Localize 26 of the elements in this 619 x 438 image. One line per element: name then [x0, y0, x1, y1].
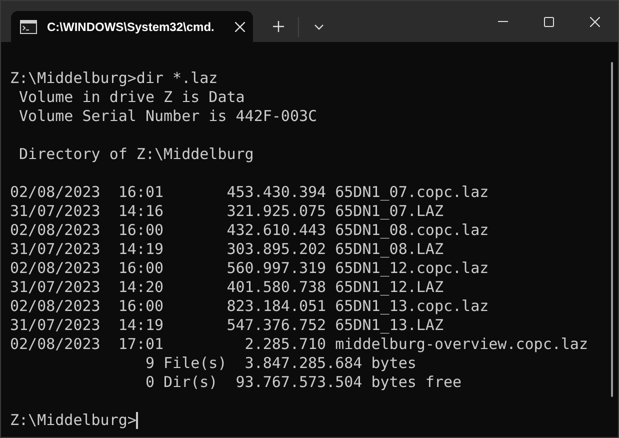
terminal-line: Directory of Z:\Middelburg	[18, 145, 254, 164]
minimize-icon	[498, 21, 508, 22]
console-icon	[20, 20, 37, 34]
terminal-line: 02/08/2023 16:00 823.184.051 65DN1_13.copc.laz	[10, 297, 489, 316]
terminal-line: Volume in drive Z is Data	[18, 88, 245, 107]
terminal-line: Z:\Middelburg>	[10, 411, 136, 430]
tab-title: C:\WINDOWS\System32\cmd.	[47, 18, 216, 36]
terminal-line: 9 File(s) 3.847.285.684 bytes	[144, 354, 416, 373]
maximize-icon	[544, 16, 554, 26]
terminal-line: 02/08/2023 16:00 560.997.319 65DN1_12.copc.laz	[10, 259, 489, 278]
scrollbar[interactable]	[611, 62, 613, 397]
terminal-line: 31/07/2023 14:19 547.376.752 65DN1_13.LAZ	[10, 316, 444, 335]
terminal-line: 31/07/2023 14:19 303.895.202 65DN1_08.LAZ	[10, 240, 444, 259]
terminal-line: 31/07/2023 14:20 401.580.738 65DN1_12.LAZ	[10, 278, 444, 297]
terminal-line: Volume Serial Number is 442F-003C	[18, 107, 318, 126]
terminal-line: Z:\Middelburg>dir *.laz	[10, 69, 218, 88]
close-icon	[590, 16, 600, 26]
terminal-line: 02/08/2023 16:00 432.610.443 65DN1_08.copc.laz	[10, 221, 489, 240]
terminal-line: 0 Dir(s) 93.767.573.504 bytes free	[144, 373, 462, 392]
terminal-line: 02/08/2023 17:01 2.285.710 middelburg-overview.copc.laz	[10, 335, 588, 354]
plus-icon	[272, 21, 284, 32]
close-tab-icon[interactable]	[235, 22, 245, 32]
terminal-tab[interactable]: C:\WINDOWS\System32\cmd.	[11, 11, 253, 42]
terminal-line: 31/07/2023 14:16 321.925.075 65DN1_07.LAZ	[10, 202, 444, 221]
terminal-line: 02/08/2023 16:01 453.430.394 65DN1_07.copc.laz	[10, 183, 489, 202]
chevron-down-icon	[314, 24, 324, 30]
